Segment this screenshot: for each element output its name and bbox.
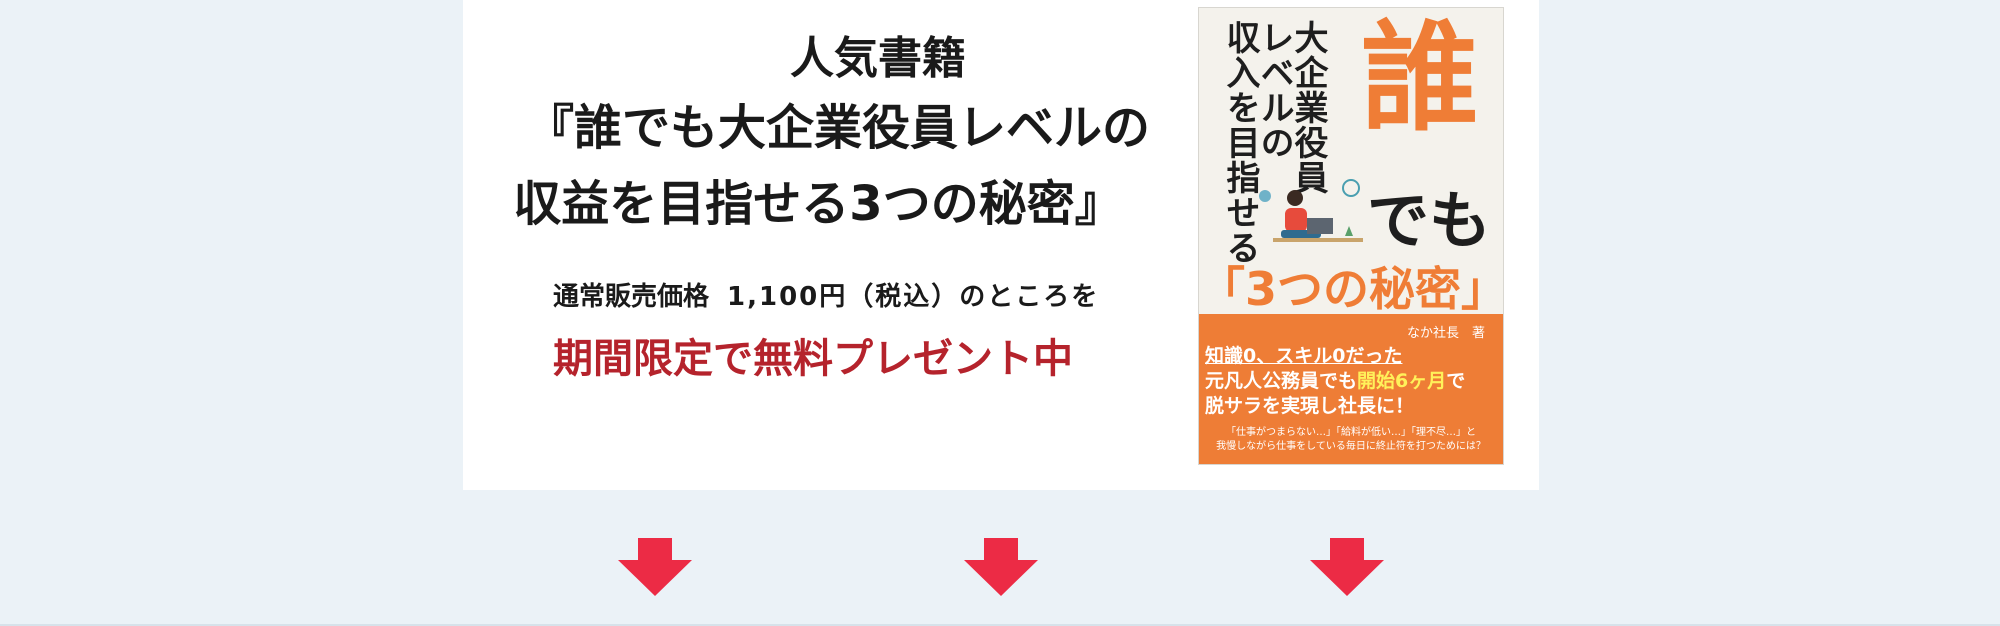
headline-line-1: 人気書籍	[790, 33, 966, 84]
small-line-1: 「仕事がつまらない…」「給料が低い…」「理不尽…」と	[1226, 427, 1476, 438]
down-arrow-icon	[964, 538, 1038, 596]
blurb-line-2-a: 元凡人公務員でも	[1205, 370, 1358, 392]
headline-line-3: 収益を目指せる3つの秘密』	[513, 176, 1123, 232]
book-big-kanji: 誰	[1361, 9, 1480, 147]
book-title-col-1: 大企業役員	[1288, 20, 1328, 195]
headline-line-2: 『誰でも大企業役員レベルの	[525, 100, 1150, 156]
down-arrow-icon	[1310, 538, 1384, 596]
price-amount: 1,100円（税込）のところを	[727, 282, 1100, 312]
book-small-text: 「仕事がつまらない…」「給料が低い…」「理不尽…」と 我慢しながら仕事をしている…	[1203, 426, 1499, 454]
headline: 人気書籍 『誰でも大企業役員レベルの 収益を目指せる3つの秘密』	[463, 28, 1173, 242]
blurb-line-2-highlight: 開始6ヶ月	[1357, 370, 1447, 392]
price-text: 通常販売価格 1,100円（税込）のところを	[553, 276, 1099, 313]
book-blurb: 知識0、スキル0だった 元凡人公務員でも開始6ヶ月で 脱サラを実現し社長に！	[1205, 344, 1501, 419]
book-author: なか社長 著	[1406, 326, 1485, 341]
book-subtitle: 「3つの秘密」	[1199, 262, 1504, 316]
blurb-line-2: 元凡人公務員でも開始6ヶ月で	[1205, 369, 1501, 394]
promo-text: 期間限定で無料プレゼント中	[553, 336, 1073, 382]
book-big-suffix: でも	[1367, 184, 1492, 257]
person-laptop-illustration	[1259, 179, 1363, 242]
book-title-col-3: 収入を目指せる	[1220, 20, 1260, 265]
content-panel: 人気書籍 『誰でも大企業役員レベルの 収益を目指せる3つの秘密』 通常販売価格 1…	[463, 0, 1539, 490]
blurb-line-1: 知識0、スキル0だった	[1205, 345, 1403, 367]
book-bottom-band: なか社長 著 知識0、スキル0だった 元凡人公務員でも開始6ヶ月で 脱サラを実現…	[1199, 314, 1503, 464]
blurb-line-2-c: で	[1446, 370, 1466, 392]
small-line-2: 我慢しながら仕事をしている毎日に終止符を打つためには？	[1216, 441, 1486, 452]
blurb-line-3: 脱サラを実現し社長に！	[1205, 395, 1415, 417]
book-title-col-2: レベルの	[1254, 20, 1294, 160]
book-cover: 大企業役員 レベルの 収入を目指せる 誰 でも 「3つの秘密」 なか社長 著 知…	[1198, 7, 1504, 465]
down-arrow-icon	[618, 538, 692, 596]
price-label: 通常販売価格	[553, 282, 710, 312]
